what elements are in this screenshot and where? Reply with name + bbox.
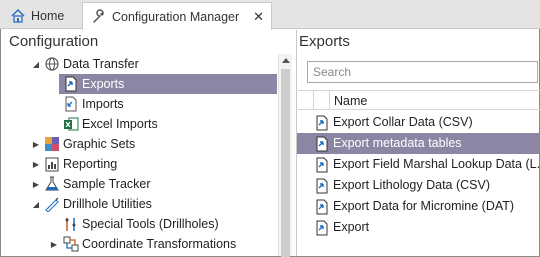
tree-item-label: Drillhole Utilities bbox=[63, 197, 152, 211]
list-item[interactable]: Export bbox=[297, 217, 540, 238]
excel-icon bbox=[64, 117, 79, 131]
tab-home[interactable]: Home bbox=[10, 2, 80, 30]
tree-item-label: Data Transfer bbox=[63, 57, 139, 71]
drillhole-icon bbox=[45, 197, 59, 212]
list-item[interactable]: Export Data for Micromine (DAT) bbox=[297, 196, 540, 217]
coordinate-icon bbox=[63, 236, 79, 252]
configuration-panel: Configuration ◢ Data Transfer Exports Im… bbox=[1, 30, 293, 257]
tree-item-reporting[interactable]: ▶ Reporting bbox=[1, 154, 277, 174]
tree-item-label: Graphic Sets bbox=[63, 137, 136, 151]
tree-item-drillhole-utilities[interactable]: ◢ Drillhole Utilities bbox=[1, 194, 277, 214]
flask-icon bbox=[45, 176, 59, 191]
scroll-up-arrow-icon[interactable] bbox=[282, 58, 290, 63]
tree-scrollbar[interactable] bbox=[278, 54, 292, 257]
list-item-label: Export Lithology Data (CSV) bbox=[333, 178, 491, 192]
tab-home-label: Home bbox=[31, 9, 65, 23]
tree-item-label: Reporting bbox=[63, 157, 118, 171]
tab-bar: Home Configuration Manager ✕ bbox=[0, 0, 540, 30]
export-icon bbox=[316, 115, 328, 131]
list-item-label: Export metadata tables bbox=[333, 136, 462, 150]
tree-item-imports[interactable]: Imports bbox=[1, 94, 277, 114]
home-icon bbox=[11, 8, 25, 23]
column-separator bbox=[329, 91, 330, 110]
list-item-label: Export bbox=[333, 220, 370, 234]
list-item[interactable]: Export Field Marshal Lookup Data (L... bbox=[297, 154, 540, 175]
wrench-icon bbox=[93, 8, 104, 23]
tree-item-label: Exports bbox=[82, 77, 125, 91]
special-tools-icon bbox=[65, 218, 76, 231]
tree-item-sample-tracker[interactable]: ▶ Sample Tracker bbox=[1, 174, 277, 194]
tree-item-label: Excel Imports bbox=[82, 117, 158, 131]
tree-item-label: Coordinate Transformations bbox=[82, 237, 237, 251]
tree-item-label: Special Tools (Drillholes) bbox=[82, 217, 219, 231]
tree-item-coordinate-transformations[interactable]: ▶ Coordinate Transformations bbox=[1, 234, 277, 254]
exports-title: Exports bbox=[299, 33, 350, 50]
tree-item-graphic-sets[interactable]: ▶ Graphic Sets bbox=[1, 134, 277, 154]
exports-panel: Exports Search Name Export Collar Data (… bbox=[296, 30, 540, 256]
collapsed-twisty-icon[interactable]: ▶ bbox=[49, 240, 59, 249]
export-icon bbox=[65, 76, 77, 92]
globe-transfer-icon bbox=[45, 57, 59, 71]
list-item-label: Export Field Marshal Lookup Data (L... bbox=[333, 157, 540, 171]
list-item-label: Export Collar Data (CSV) bbox=[333, 115, 473, 129]
reporting-icon bbox=[45, 157, 59, 172]
scrollbar-thumb[interactable] bbox=[281, 69, 290, 257]
column-separator bbox=[313, 91, 314, 110]
graphic-sets-icon bbox=[45, 137, 59, 151]
export-icon bbox=[316, 199, 328, 215]
tree-item-excel-imports[interactable]: Excel Imports bbox=[1, 114, 277, 134]
list-item[interactable]: Export metadata tables bbox=[297, 133, 540, 154]
export-icon bbox=[316, 157, 328, 173]
tab-configuration-manager[interactable]: Configuration Manager ✕ bbox=[82, 2, 272, 30]
list-item[interactable]: Export Collar Data (CSV) bbox=[297, 112, 540, 133]
tree-item-label: Sample Tracker bbox=[63, 177, 151, 191]
export-icon bbox=[316, 220, 328, 236]
configuration-title: Configuration bbox=[9, 33, 99, 50]
collapsed-twisty-icon[interactable]: ▶ bbox=[31, 180, 41, 189]
tree-item-label: Imports bbox=[82, 97, 124, 111]
export-icon bbox=[316, 136, 328, 152]
collapsed-twisty-icon[interactable]: ▶ bbox=[31, 160, 41, 169]
tree-item-data-transfer[interactable]: ◢ Data Transfer bbox=[1, 54, 277, 74]
export-icon bbox=[316, 178, 328, 194]
close-tab-icon[interactable]: ✕ bbox=[253, 9, 264, 25]
collapsed-twisty-icon[interactable]: ▶ bbox=[31, 140, 41, 149]
tree-item-special-tools[interactable]: Special Tools (Drillholes) bbox=[1, 214, 277, 234]
grid-header: Name bbox=[298, 90, 540, 110]
tab-configuration-manager-label: Configuration Manager bbox=[112, 9, 240, 24]
tree-item-exports[interactable]: Exports bbox=[1, 74, 277, 94]
search-input[interactable]: Search bbox=[307, 61, 538, 83]
import-icon bbox=[65, 96, 77, 112]
list-item-label: Export Data for Micromine (DAT) bbox=[333, 199, 515, 213]
expanded-twisty-icon[interactable]: ◢ bbox=[31, 200, 41, 209]
column-header-name[interactable]: Name bbox=[334, 94, 367, 108]
expanded-twisty-icon[interactable]: ◢ bbox=[31, 60, 41, 69]
list-item[interactable]: Export Lithology Data (CSV) bbox=[297, 175, 540, 196]
